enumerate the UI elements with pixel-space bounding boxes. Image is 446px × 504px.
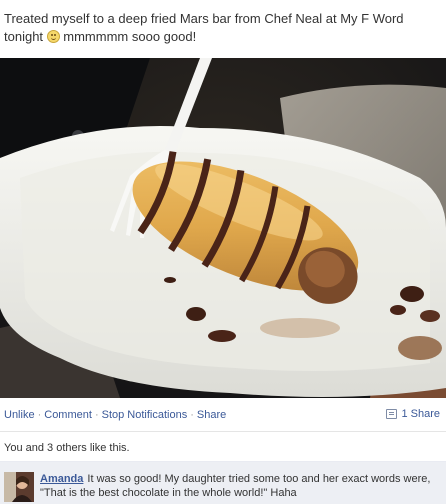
action-separator: · [37, 409, 42, 421]
action-separator: · [94, 409, 99, 421]
action-separator: · [190, 409, 194, 421]
comment-body: Amanda It was so good! My daughter tried … [40, 472, 440, 500]
comment-link[interactable]: Comment [44, 409, 92, 421]
likes-text[interactable]: You and 3 others like this. [4, 442, 130, 454]
chef-name: Chef Neal [264, 11, 323, 26]
comment-item: Amanda It was so good! My daughter tried … [0, 462, 446, 504]
post-photo[interactable] [0, 58, 446, 398]
avatar-image [4, 472, 34, 502]
likes-summary: You and 3 others like this. [0, 432, 446, 462]
comment-author-link[interactable]: Amanda [40, 473, 83, 485]
avatar[interactable] [4, 472, 34, 502]
action-links: Unlike · Comment · Stop Notifications · Share [4, 409, 226, 421]
post-text-before: Treated myself to a deep fried Mars bar … [4, 11, 265, 26]
share-count-label: 1 Share [401, 408, 440, 420]
share-count[interactable]: 1 Share [386, 408, 440, 420]
comment-text: It was so good! My daughter tried some t… [40, 473, 431, 499]
post-text-after: mmmmmm sooo good! [59, 29, 197, 44]
share-link[interactable]: Share [197, 409, 226, 421]
post-message: Treated myself to a deep fried Mars bar … [4, 10, 440, 46]
share-icon [386, 409, 398, 419]
unlike-link[interactable]: Unlike [4, 409, 35, 421]
stop-notifications-link[interactable]: Stop Notifications [102, 409, 188, 421]
photo-image [0, 58, 446, 398]
post-action-bar: Unlike · Comment · Stop Notifications · Share … [0, 398, 446, 432]
smiley-icon [46, 30, 60, 43]
